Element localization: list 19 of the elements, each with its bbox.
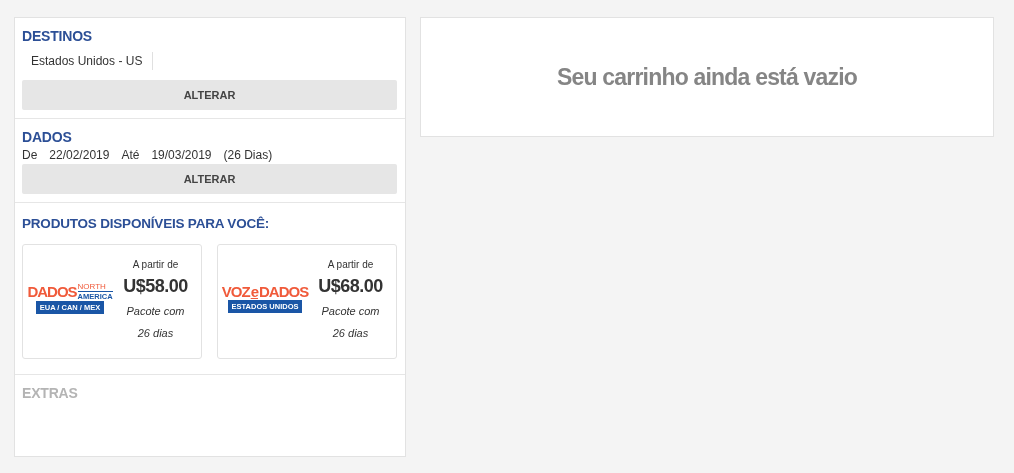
section-title: DESTINOS [22,28,93,44]
section-title: EXTRAS [22,385,79,401]
price-text: U$58.00 [122,276,189,297]
date-value: 19/03/2019 [151,148,212,162]
change-button[interactable]: ALTERAR [22,164,397,194]
date-label: Até [121,148,140,162]
change-button[interactable]: ALTERAR [22,80,397,110]
duration-text: (26 Dias) [223,148,273,162]
date-label: De [22,148,38,162]
package-text: Pacote com 26 dias [125,304,186,341]
empty-cart-message: Seu carrinho ainda está vazio [556,63,858,91]
section-title: DADOS [22,129,73,145]
package-text: Pacote com 26 dias [320,304,381,341]
price-caption: A partir de [326,259,375,272]
price-text: U$68.00 [317,276,384,297]
destination-item: Estados Unidos - US [30,52,154,70]
price-caption: A partir de [131,259,180,272]
section-title: PRODUTOS DISPONÍVEIS PARA VOCÊ: [22,216,271,231]
date-value: 22/02/2019 [49,148,110,162]
